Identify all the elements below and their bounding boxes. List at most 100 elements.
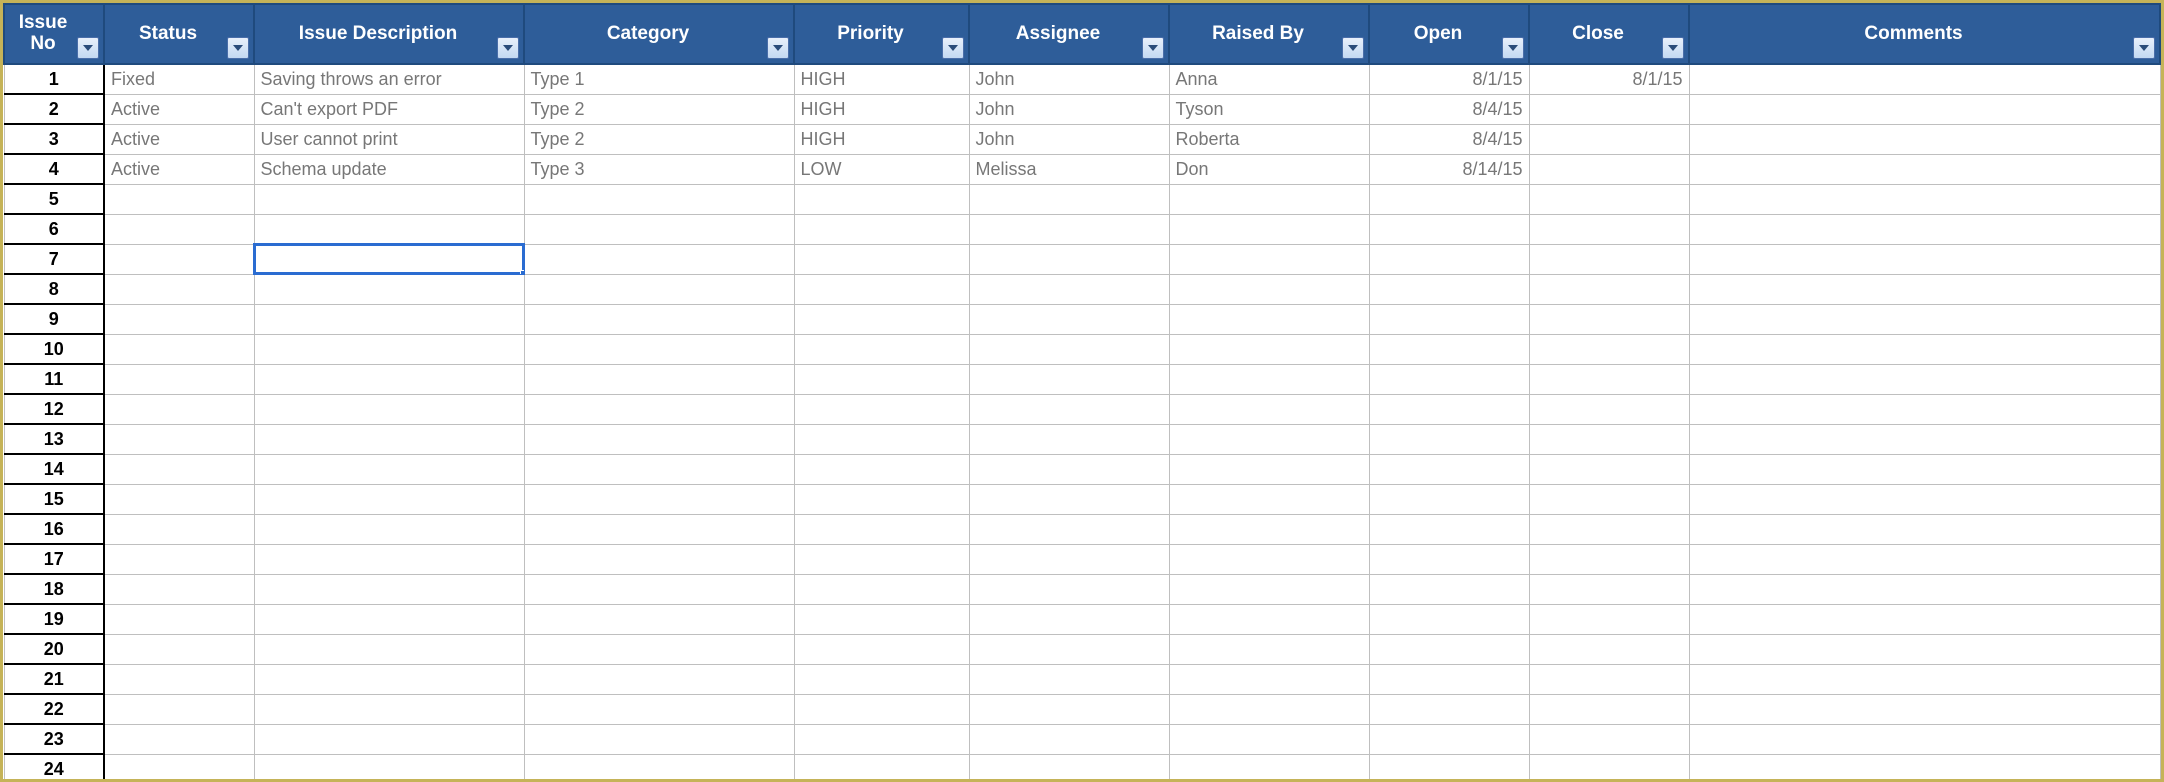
cell-comments[interactable] (1689, 94, 2160, 124)
cell-issue-no[interactable]: 15 (4, 484, 104, 514)
cell-desc[interactable] (254, 754, 524, 782)
cell-desc[interactable] (254, 184, 524, 214)
cell-raised[interactable]: Anna (1169, 64, 1369, 94)
cell-category[interactable]: Type 3 (524, 154, 794, 184)
header-open[interactable]: Open (1369, 4, 1529, 64)
cell-desc[interactable]: Saving throws an error (254, 64, 524, 94)
cell-desc[interactable] (254, 304, 524, 334)
cell-desc[interactable] (254, 694, 524, 724)
filter-dropdown-no[interactable] (77, 37, 99, 59)
filter-dropdown-close[interactable] (1662, 37, 1684, 59)
cell-close[interactable] (1529, 334, 1689, 364)
cell-category[interactable] (524, 274, 794, 304)
cell-status[interactable] (104, 274, 254, 304)
cell-desc[interactable] (254, 214, 524, 244)
cell-status[interactable] (104, 244, 254, 274)
cell-status[interactable] (104, 574, 254, 604)
cell-open[interactable] (1369, 364, 1529, 394)
header-comments[interactable]: Comments (1689, 4, 2160, 64)
cell-raised[interactable] (1169, 424, 1369, 454)
cell-priority[interactable] (794, 634, 969, 664)
cell-priority[interactable] (794, 694, 969, 724)
cell-assignee[interactable]: John (969, 124, 1169, 154)
cell-close[interactable] (1529, 694, 1689, 724)
cell-open[interactable] (1369, 634, 1529, 664)
cell-priority[interactable] (794, 754, 969, 782)
cell-priority[interactable] (794, 184, 969, 214)
cell-assignee[interactable] (969, 424, 1169, 454)
cell-comments[interactable] (1689, 664, 2160, 694)
cell-close[interactable] (1529, 94, 1689, 124)
cell-close[interactable] (1529, 394, 1689, 424)
cell-comments[interactable] (1689, 574, 2160, 604)
cell-raised[interactable]: Tyson (1169, 94, 1369, 124)
cell-raised[interactable]: Roberta (1169, 124, 1369, 154)
cell-status[interactable] (104, 694, 254, 724)
cell-assignee[interactable] (969, 634, 1169, 664)
cell-raised[interactable] (1169, 394, 1369, 424)
cell-assignee[interactable] (969, 664, 1169, 694)
cell-desc[interactable] (254, 724, 524, 754)
cell-close[interactable] (1529, 484, 1689, 514)
cell-issue-no[interactable]: 6 (4, 214, 104, 244)
cell-comments[interactable] (1689, 514, 2160, 544)
cell-open[interactable] (1369, 334, 1529, 364)
cell-desc[interactable] (254, 514, 524, 544)
cell-category[interactable] (524, 184, 794, 214)
cell-status[interactable] (104, 214, 254, 244)
cell-assignee[interactable] (969, 514, 1169, 544)
cell-status[interactable]: Active (104, 94, 254, 124)
cell-priority[interactable] (794, 304, 969, 334)
cell-comments[interactable] (1689, 604, 2160, 634)
cell-assignee[interactable] (969, 304, 1169, 334)
cell-close[interactable] (1529, 544, 1689, 574)
cell-comments[interactable] (1689, 64, 2160, 94)
cell-comments[interactable] (1689, 214, 2160, 244)
cell-comments[interactable] (1689, 484, 2160, 514)
cell-priority[interactable] (794, 334, 969, 364)
filter-dropdown-status[interactable] (227, 37, 249, 59)
filter-dropdown-desc[interactable] (497, 37, 519, 59)
cell-open[interactable]: 8/1/15 (1369, 64, 1529, 94)
cell-comments[interactable] (1689, 334, 2160, 364)
cell-assignee[interactable] (969, 214, 1169, 244)
cell-close[interactable] (1529, 244, 1689, 274)
cell-issue-no[interactable]: 4 (4, 154, 104, 184)
cell-category[interactable] (524, 424, 794, 454)
cell-status[interactable]: Fixed (104, 64, 254, 94)
cell-assignee[interactable] (969, 454, 1169, 484)
cell-priority[interactable] (794, 394, 969, 424)
cell-open[interactable] (1369, 754, 1529, 782)
cell-close[interactable] (1529, 424, 1689, 454)
cell-close[interactable] (1529, 634, 1689, 664)
cell-category[interactable] (524, 664, 794, 694)
cell-open[interactable] (1369, 514, 1529, 544)
cell-issue-no[interactable]: 23 (4, 724, 104, 754)
cell-close[interactable] (1529, 364, 1689, 394)
cell-desc[interactable] (254, 424, 524, 454)
cell-issue-no[interactable]: 22 (4, 694, 104, 724)
cell-close[interactable] (1529, 124, 1689, 154)
header-status[interactable]: Status (104, 4, 254, 64)
cell-raised[interactable] (1169, 694, 1369, 724)
cell-open[interactable]: 8/14/15 (1369, 154, 1529, 184)
cell-open[interactable] (1369, 664, 1529, 694)
cell-comments[interactable] (1689, 364, 2160, 394)
cell-issue-no[interactable]: 18 (4, 574, 104, 604)
cell-priority[interactable] (794, 604, 969, 634)
cell-category[interactable]: Type 1 (524, 64, 794, 94)
cell-desc[interactable] (254, 574, 524, 604)
cell-close[interactable] (1529, 574, 1689, 604)
cell-comments[interactable] (1689, 424, 2160, 454)
cell-category[interactable]: Type 2 (524, 124, 794, 154)
cell-priority[interactable] (794, 514, 969, 544)
cell-desc[interactable] (254, 364, 524, 394)
cell-open[interactable] (1369, 274, 1529, 304)
cell-assignee[interactable] (969, 244, 1169, 274)
header-assignee[interactable]: Assignee (969, 4, 1169, 64)
cell-priority[interactable] (794, 424, 969, 454)
filter-dropdown-raised[interactable] (1342, 37, 1364, 59)
cell-issue-no[interactable]: 12 (4, 394, 104, 424)
cell-raised[interactable] (1169, 274, 1369, 304)
cell-category[interactable] (524, 574, 794, 604)
